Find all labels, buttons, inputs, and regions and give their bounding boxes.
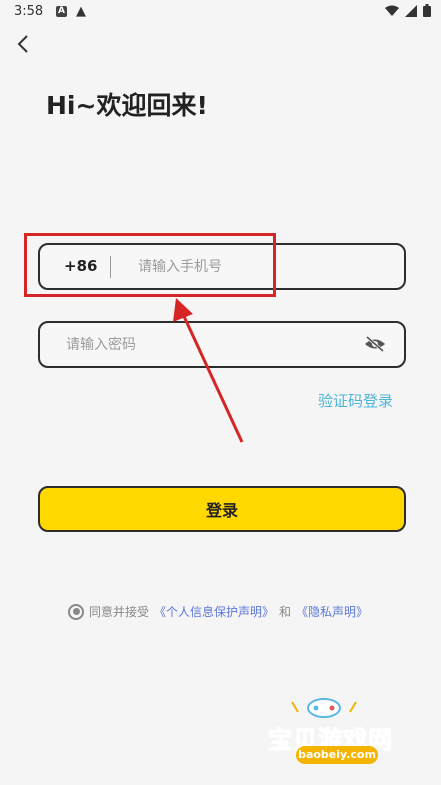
highlight-box [24, 233, 276, 297]
login-button[interactable]: 登录 [38, 486, 406, 532]
privacy-statement-link[interactable]: 《个人信息保护声明》 [154, 603, 274, 620]
wifi-icon [385, 5, 399, 16]
radio-dot [72, 608, 80, 615]
agreement-prefix: 同意并接受 [89, 605, 150, 619]
battery-icon [423, 4, 431, 17]
eye-off-icon[interactable] [364, 335, 386, 353]
annotation-arrow-icon [173, 298, 244, 443]
watermark-url: baobeiy.com [296, 746, 378, 764]
page-title: Hi~欢迎回来! [46, 91, 208, 120]
agreement-and: 和 [279, 605, 292, 619]
signal-icon [405, 4, 417, 17]
agree-radio[interactable] [68, 603, 84, 620]
back-icon[interactable] [12, 30, 36, 58]
privacy-policy-link[interactable]: 《隐私声明》 [296, 603, 368, 620]
a-notification-icon: A [56, 6, 67, 17]
warning-icon: ▲ [76, 4, 86, 19]
status-time: 3:58 [14, 4, 44, 19]
code-login-link[interactable]: 验证码登录 [318, 390, 393, 411]
agreement-row: 同意并接受 《个人信息保护声明》和《隐私声明》 [68, 603, 368, 620]
